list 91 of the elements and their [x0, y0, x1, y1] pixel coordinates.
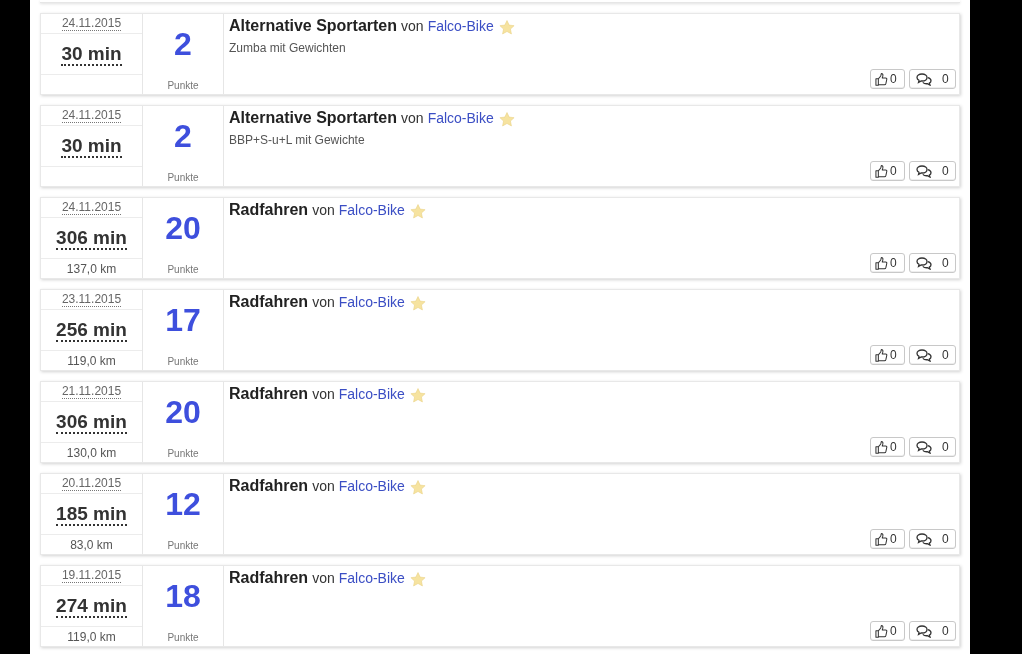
comment-button[interactable]: 0	[909, 437, 956, 457]
activity-description: Zumba mit Gewichten	[229, 41, 347, 55]
sport-title: Radfahren	[229, 201, 309, 219]
comment-icon	[916, 256, 932, 270]
comment-button[interactable]: 0	[909, 621, 956, 641]
activity-distance: 119,0 km	[67, 353, 116, 368]
comment-icon	[916, 72, 932, 86]
points-label: Punkte	[167, 80, 199, 91]
sport-title: Alternative Sportarten	[229, 17, 398, 35]
like-button[interactable]: 0	[870, 253, 905, 273]
activity-distance: 137,0 km	[66, 261, 117, 276]
by-label: von	[401, 18, 424, 34]
sport-title: Radfahren	[229, 385, 309, 403]
comment-icon	[916, 164, 932, 178]
thumbs-up-icon	[875, 440, 888, 454]
activity-duration: 306 min	[56, 410, 127, 434]
activity-date: 19.11.2015	[61, 568, 122, 583]
points-value: 12	[165, 486, 201, 522]
activity-date: 24.11.2015	[61, 108, 122, 123]
comment-icon	[916, 348, 932, 362]
user-link[interactable]: Falco-Bike	[338, 202, 405, 218]
points-value: 2	[174, 118, 192, 154]
activity-distance: 83,0 km	[70, 537, 113, 552]
points-label: Punkte	[167, 448, 199, 459]
star-icon	[409, 480, 426, 495]
activity-date: 23.11.2015	[61, 292, 122, 307]
user-link[interactable]: Falco-Bike	[427, 110, 494, 126]
like-button[interactable]: 0	[870, 621, 905, 641]
star-icon	[498, 112, 515, 127]
star-icon	[409, 388, 426, 403]
points-label: Punkte	[167, 172, 199, 183]
sport-title: Alternative Sportarten	[229, 109, 398, 127]
activity-duration: 306 min	[56, 226, 127, 250]
star-icon	[409, 204, 426, 219]
user-link[interactable]: Falco-Bike	[338, 570, 405, 586]
by-label: von	[312, 294, 335, 310]
activity-duration: 274 min	[56, 594, 127, 618]
points-value: 2	[174, 26, 192, 62]
activity-date: 21.11.2015	[61, 384, 122, 399]
thumbs-up-icon	[875, 72, 888, 86]
activity-distance: 119,0 km	[67, 629, 116, 644]
user-link[interactable]: Falco-Bike	[338, 478, 405, 494]
by-label: von	[312, 570, 335, 586]
points-label: Punkte	[167, 540, 199, 551]
by-label: von	[401, 110, 424, 126]
activity-date: 24.11.2015	[61, 16, 122, 31]
sport-title: Radfahren	[229, 293, 309, 311]
activity-description: BBP+S-u+L mit Gewichte	[229, 133, 366, 147]
activity-duration: 185 min	[56, 502, 127, 526]
points-label: Punkte	[167, 356, 199, 367]
comment-icon	[916, 532, 932, 546]
like-button[interactable]: 0	[870, 529, 905, 549]
star-icon	[409, 572, 426, 587]
points-value: 17	[165, 302, 201, 338]
activity-duration: 30 min	[61, 134, 122, 158]
thumbs-up-icon	[875, 256, 888, 270]
comment-button[interactable]: 0	[909, 253, 956, 273]
thumbs-up-icon	[875, 164, 888, 178]
comment-button[interactable]: 0	[909, 529, 956, 549]
thumbs-up-icon	[875, 348, 888, 362]
comment-button[interactable]: 0	[909, 161, 956, 181]
user-link[interactable]: Falco-Bike	[338, 294, 405, 310]
by-label: von	[312, 478, 335, 494]
points-value: 18	[165, 578, 201, 614]
by-label: von	[312, 202, 335, 218]
activity-duration: 256 min	[56, 318, 127, 342]
points-value: 20	[165, 394, 201, 430]
thumbs-up-icon	[875, 532, 888, 546]
comment-icon	[916, 624, 932, 638]
thumbs-up-icon	[875, 624, 888, 638]
comment-button[interactable]: 0	[909, 345, 956, 365]
star-icon	[409, 296, 426, 311]
like-button[interactable]: 0	[870, 69, 905, 89]
points-label: Punkte	[167, 264, 199, 275]
user-link[interactable]: Falco-Bike	[338, 386, 405, 402]
by-label: von	[312, 386, 335, 402]
activity-distance: 130,0 km	[66, 445, 117, 460]
activity-duration: 30 min	[61, 42, 122, 66]
like-button[interactable]: 0	[870, 161, 905, 181]
activity-date: 24.11.2015	[61, 200, 122, 215]
like-button[interactable]: 0	[870, 437, 905, 457]
points-label: Punkte	[167, 632, 199, 643]
activity-date: 20.11.2015	[61, 476, 122, 491]
like-button[interactable]: 0	[870, 345, 905, 365]
sport-title: Radfahren	[229, 569, 309, 587]
points-value: 20	[165, 210, 201, 246]
comment-icon	[916, 440, 932, 454]
star-icon	[498, 20, 515, 35]
user-link[interactable]: Falco-Bike	[427, 18, 494, 34]
comment-button[interactable]: 0	[909, 69, 956, 89]
sport-title: Radfahren	[229, 477, 309, 495]
